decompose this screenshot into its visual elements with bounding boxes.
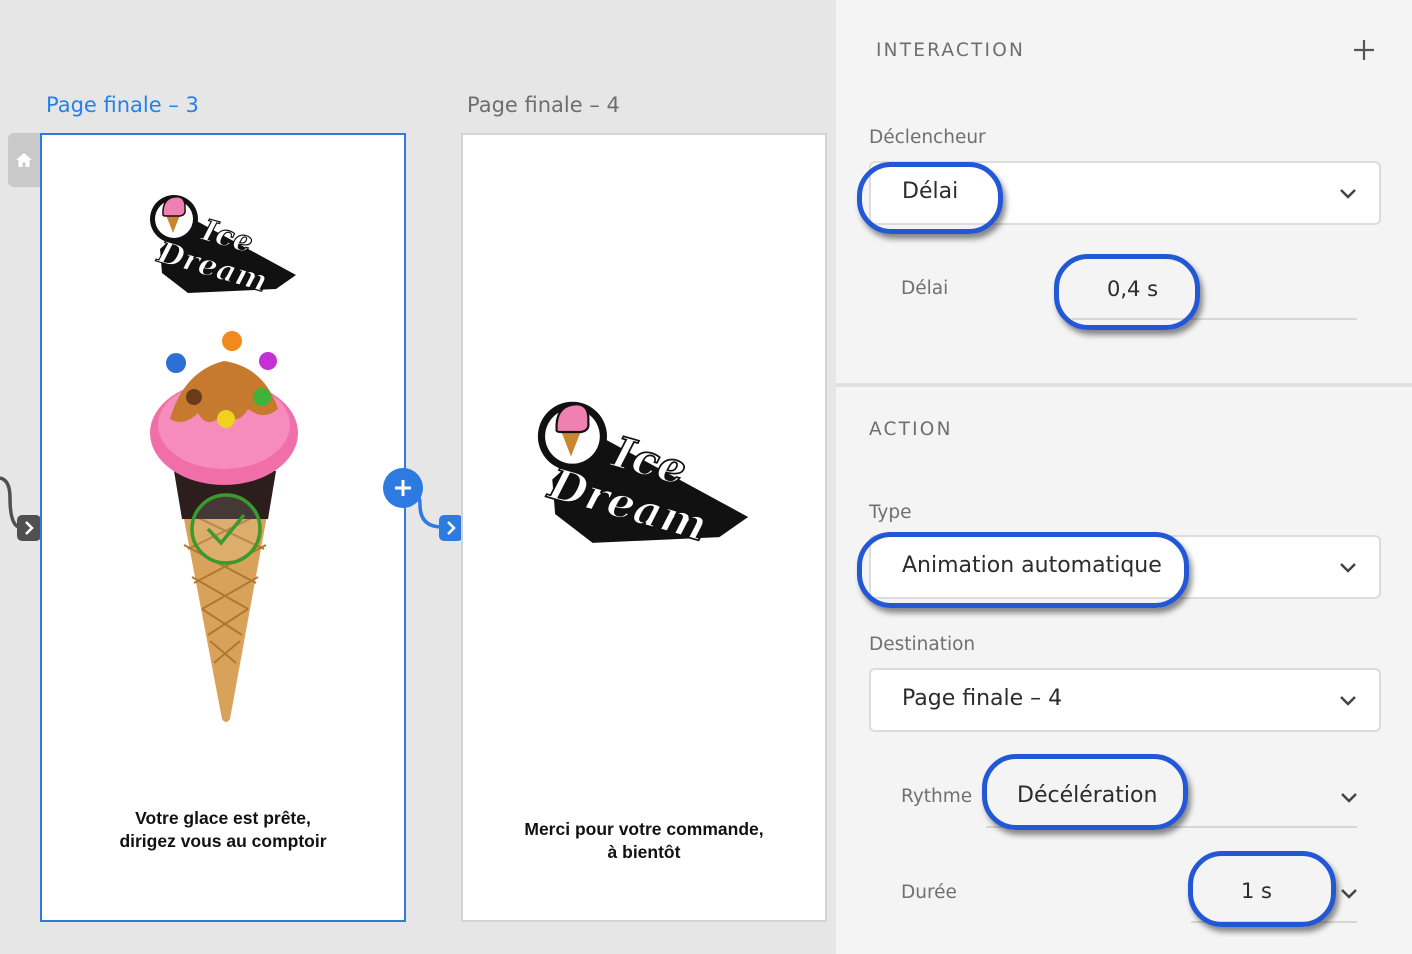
trigger-dropdown[interactable]: Délai (869, 161, 1381, 225)
trigger-value: Délai (902, 179, 959, 204)
easing-dropdown-underline (986, 826, 1357, 828)
home-screen-marker[interactable] (8, 133, 40, 187)
artboard-message-line2: dirigez vous au comptoir (119, 831, 327, 851)
artboard-title-page-finale-4[interactable]: Page finale – 4 (467, 93, 620, 117)
chevron-down-icon (1340, 189, 1356, 199)
plus-icon (395, 480, 411, 496)
delay-label: Délai (901, 278, 949, 299)
home-icon (16, 153, 32, 167)
chevron-down-icon[interactable] (1340, 888, 1358, 900)
duration-value-input[interactable]: 1 s (1241, 879, 1272, 903)
interaction-inspector-panel: INTERACTION Déclencheur Délai Délai 0,4 … (836, 0, 1412, 954)
chevron-right-icon (447, 521, 456, 535)
action-type-dropdown[interactable]: Animation automatique (869, 535, 1381, 599)
add-interaction-icon[interactable] (1352, 38, 1376, 62)
add-interaction-button[interactable] (383, 468, 423, 508)
section-divider (836, 383, 1412, 387)
easing-label: Rythme (901, 786, 973, 807)
artboard-message-line1: Votre glace est prête, (135, 808, 311, 828)
chevron-right-icon (25, 521, 34, 535)
destination-value: Page finale – 4 (902, 686, 1063, 711)
type-label: Type (869, 502, 912, 523)
chevron-down-icon (1340, 563, 1356, 573)
artboard-page-finale-3[interactable]: Ice Dream Votre glace est prête, dirigez… (40, 133, 406, 922)
interaction-section-title: INTERACTION (876, 40, 1025, 61)
action-type-value: Animation automatique (902, 553, 1162, 578)
artboard-message-line1: Merci pour votre commande, (524, 819, 764, 839)
destination-dropdown[interactable]: Page finale – 4 (869, 668, 1381, 732)
artboard-page-finale-4[interactable]: Ice Dream Merci pour votre commande, à b… (461, 133, 827, 922)
action-section-title: ACTION (869, 419, 953, 440)
delay-input-underline (1072, 318, 1357, 320)
ice-dream-logo: Ice Dream (150, 195, 296, 293)
duration-input-underline (1191, 921, 1357, 923)
incoming-connection-arrow[interactable] (17, 515, 41, 541)
design-canvas[interactable]: Page finale – 3 Page finale – 4 Ice Drea… (0, 0, 836, 954)
trigger-label: Déclencheur (869, 127, 986, 148)
artboard-title-page-finale-3[interactable]: Page finale – 3 (46, 93, 199, 117)
checkmark-circle-icon (190, 493, 262, 565)
easing-value[interactable]: Décélération (1017, 783, 1157, 808)
chevron-down-icon (1340, 696, 1356, 706)
delay-value-input[interactable]: 0,4 s (1107, 277, 1158, 301)
duration-label: Durée (901, 882, 957, 903)
ice-dream-logo: Ice Dream (537, 401, 749, 543)
artboard-message-line2: à bientôt (607, 842, 681, 862)
connection-target-arrow[interactable] (439, 515, 463, 541)
chevron-down-icon[interactable] (1340, 792, 1358, 804)
destination-label: Destination (869, 634, 976, 655)
